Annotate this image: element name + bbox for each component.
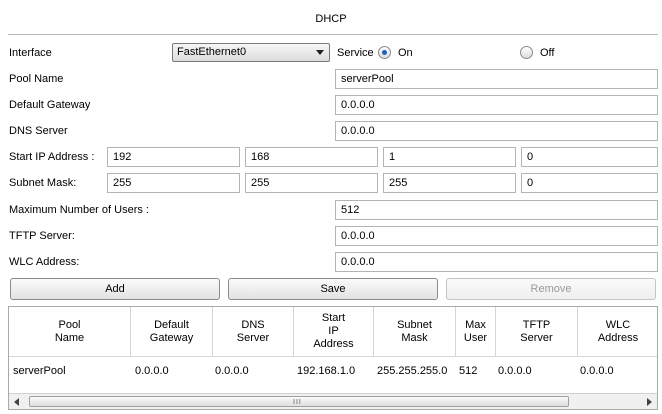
subnet-mask-octet-1[interactable]: 255 (107, 173, 240, 193)
header-line: WLC (605, 318, 631, 331)
scroll-right-icon[interactable] (647, 398, 652, 406)
start-ip-octet-3[interactable]: 1 (383, 147, 516, 167)
subnet-mask-label: Subnet Mask: (9, 177, 77, 189)
cell-start-ip[interactable]: 192.168.1.0 (297, 365, 355, 383)
dns-server-input[interactable]: 0.0.0.0 (335, 121, 658, 141)
default-gateway-input[interactable]: 0.0.0.0 (335, 95, 658, 115)
column-header-dns-server[interactable]: DNS Server (213, 307, 294, 357)
header-line: Subnet (397, 318, 432, 331)
header-line: Start (321, 312, 346, 324)
column-header-tftp-server[interactable]: TFTP Server (496, 307, 578, 357)
header-line: Address (597, 331, 639, 344)
pool-name-label: Pool Name (9, 73, 64, 85)
column-header-default-gateway[interactable]: Default Gateway (131, 307, 213, 357)
cell-dns-server[interactable]: 0.0.0.0 (215, 365, 249, 383)
header-line: Mask (401, 331, 428, 344)
column-header-text: Default Gateway (150, 319, 193, 345)
column-header-subnet-mask[interactable]: Subnet Mask (374, 307, 456, 357)
start-ip-octet-1[interactable]: 192 (107, 147, 240, 167)
tftp-server-label: TFTP Server: (9, 230, 75, 242)
cell-max-user[interactable]: 512 (459, 365, 477, 383)
dns-server-label: DNS Server (9, 125, 68, 137)
pool-table: Pool Name Default Gateway DNS Server Sta… (8, 306, 658, 410)
start-ip-octet-4[interactable]: 0 (521, 147, 658, 167)
default-gateway-label: Default Gateway (9, 99, 91, 111)
wlc-address-input[interactable]: 0.0.0.0 (335, 252, 658, 272)
scroll-left-icon[interactable] (14, 398, 19, 406)
cell-default-gateway[interactable]: 0.0.0.0 (135, 365, 169, 383)
column-header-text: WLC Address (598, 319, 638, 345)
column-header-text: Subnet Mask (397, 319, 432, 345)
column-header-text: TFTP Server (520, 319, 552, 345)
title-separator (8, 34, 658, 35)
grip-icon: III (293, 399, 302, 406)
column-header-max-user[interactable]: Max User (456, 307, 496, 357)
column-header-text: Start IP Address (313, 312, 353, 351)
cell-pool-name[interactable]: serverPool (13, 365, 66, 383)
subnet-mask-octet-3[interactable]: 255 (383, 173, 516, 193)
column-header-text: Max User (464, 319, 487, 345)
start-ip-octet-2[interactable]: 168 (245, 147, 378, 167)
subnet-mask-octet-2[interactable]: 255 (245, 173, 378, 193)
service-on-label: On (398, 47, 413, 59)
column-header-pool-name[interactable]: Pool Name (9, 307, 131, 357)
chevron-down-icon (316, 50, 324, 55)
service-label: Service (337, 47, 374, 59)
header-line: Gateway (149, 331, 194, 344)
subnet-mask-octet-4[interactable]: 0 (521, 173, 658, 193)
header-line: Pool (58, 318, 81, 331)
column-header-wlc-address[interactable]: WLC Address (578, 307, 657, 357)
header-line: DNS (241, 318, 265, 331)
save-button[interactable]: Save (228, 278, 438, 300)
horizontal-scrollbar[interactable]: III (9, 393, 657, 409)
header-line: Address (313, 338, 354, 350)
interface-label: Interface (9, 47, 52, 59)
wlc-address-label: WLC Address: (9, 256, 80, 268)
interface-select[interactable]: FastEthernet0 (172, 43, 330, 62)
pool-name-input[interactable]: serverPool (335, 69, 658, 89)
cell-wlc-address[interactable]: 0.0.0.0 (580, 365, 614, 383)
header-line: Max (465, 318, 486, 331)
header-line: IP (328, 325, 339, 337)
header-line: Default (154, 318, 189, 331)
service-on-radio[interactable] (378, 46, 391, 59)
service-off-radio[interactable] (520, 46, 533, 59)
column-header-text: DNS Server (237, 319, 269, 345)
column-header-start-ip-address[interactable]: Start IP Address (294, 307, 374, 357)
column-header-text: Pool Name (55, 319, 84, 345)
header-line: TFTP (522, 318, 551, 331)
cell-tftp-server[interactable]: 0.0.0.0 (498, 365, 532, 383)
tftp-server-input[interactable]: 0.0.0.0 (335, 226, 658, 246)
max-users-input[interactable]: 512 (335, 200, 658, 220)
start-ip-label: Start IP Address : (9, 151, 95, 163)
header-line: Name (54, 331, 85, 344)
max-users-label: Maximum Number of Users : (9, 204, 149, 216)
remove-button[interactable]: Remove (446, 278, 656, 300)
service-off-label: Off (540, 47, 555, 59)
header-line: Server (236, 331, 270, 344)
header-line: Server (520, 331, 553, 344)
add-button[interactable]: Add (10, 278, 220, 300)
interface-select-value: FastEthernet0 (177, 46, 247, 58)
dialog-title: DHCP (315, 13, 347, 25)
header-line: User (463, 331, 488, 344)
scrollbar-thumb[interactable]: III (29, 396, 569, 407)
cell-subnet-mask[interactable]: 255.255.255.0 (377, 365, 447, 383)
